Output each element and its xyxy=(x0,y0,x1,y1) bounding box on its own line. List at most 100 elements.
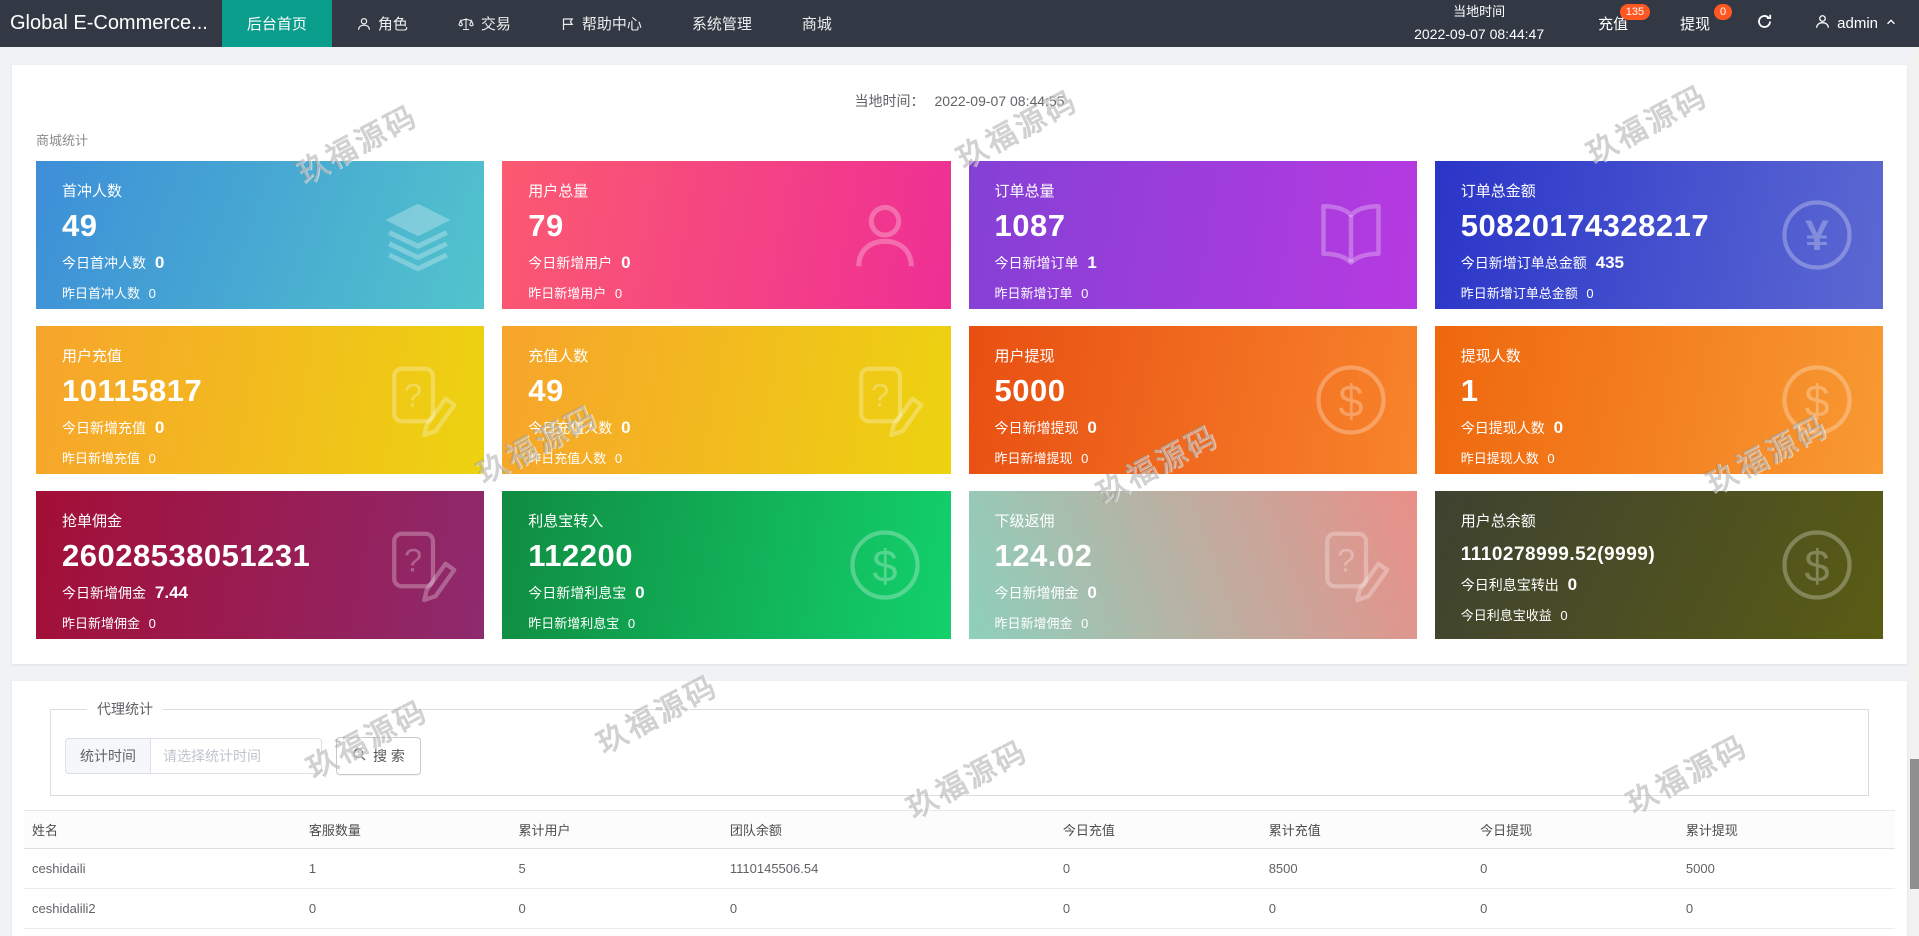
scales-icon xyxy=(458,16,474,32)
stat-card-0: 首冲人数 49 今日首冲人数 0 昨日首冲人数 0 xyxy=(36,161,485,309)
nav-item-2[interactable]: 交易 xyxy=(433,0,536,47)
table-header-cell: 累计用户 xyxy=(510,810,722,849)
chevron-up-icon xyxy=(1885,15,1897,32)
table-header-cell: 姓名 xyxy=(24,810,301,849)
card-yesterday-line: 昨日提现人数 0 xyxy=(1460,451,1555,466)
svg-text:$: $ xyxy=(1804,540,1829,591)
stat-card-7: 提现人数 1 今日提现人数 0 昨日提现人数 0 $ xyxy=(1434,326,1883,474)
section-title: 商城统计 xyxy=(36,133,89,148)
recharge-button[interactable]: 充值 135 xyxy=(1572,0,1654,47)
edit-doc-icon: ? xyxy=(845,360,925,440)
table-cell: 0 xyxy=(510,888,722,929)
stat-cards-grid: 首冲人数 49 今日首冲人数 0 昨日首冲人数 0 用户总量 79 今日新增用户 0 昨日新增… xyxy=(36,161,1883,639)
nav-item-1[interactable]: 角色 xyxy=(332,0,433,47)
stat-card-1: 用户总量 79 今日新增用户 0 昨日新增用户 0 xyxy=(502,161,951,309)
card-yesterday-line: 昨日新增订单 0 xyxy=(994,286,1089,301)
stat-time-input[interactable] xyxy=(150,738,322,774)
nav-item-label: 后台首页 xyxy=(246,16,307,33)
table-cell: 0 xyxy=(1677,888,1895,929)
stat-card-3: 订单总金额 50820174328217 今日新增订单总金额 435 昨日新增订单总金… xyxy=(1434,161,1883,309)
edit-doc-icon: ? xyxy=(1311,525,1391,605)
svg-text:$: $ xyxy=(1804,375,1829,426)
top-navbar: Global E-Commerce... 后台首页 角色 交易 帮助中心 系统管理 商城 … xyxy=(0,0,1919,47)
nav-item-label: 帮助中心 xyxy=(581,16,642,33)
nav-item-0[interactable]: 后台首页 xyxy=(221,0,332,47)
stat-card-8: 抢单佣金 26028538051231 今日新增佣金 7.44 昨日新增佣金 0? xyxy=(36,491,485,639)
search-button-label: 搜 索 xyxy=(373,748,405,764)
card-yesterday-line: 昨日新增充值 0 xyxy=(62,451,156,466)
book-icon xyxy=(1311,195,1391,275)
nav-item-3[interactable]: 帮助中心 xyxy=(536,0,667,47)
nav-item-label: 商城 xyxy=(801,16,832,33)
brand-title: Global E-Commerce... xyxy=(10,12,208,34)
table-cell: 1 xyxy=(300,848,511,889)
card-yesterday-line: 今日利息宝收益 0 xyxy=(1460,608,1568,623)
table-row[interactable]: a000010000000 xyxy=(24,928,1895,936)
nav-item-label: 系统管理 xyxy=(691,16,752,33)
table-header-row: 姓名 客服数量 累计用户 团队余额 今日充值 累计充值 今日提现 累计提现 xyxy=(24,810,1895,849)
dollar-circle-icon: $ xyxy=(1777,360,1857,440)
shop-statistics-panel: 当地时间： 2022-09-07 08:44:55 商城统计 首冲人数 49 今日首冲… xyxy=(12,65,1907,664)
table-cell: 0 xyxy=(1054,928,1261,936)
table-cell: 0 xyxy=(1472,848,1678,889)
dollar-circle-icon: $ xyxy=(1311,360,1391,440)
card-yesterday-line: 昨日新增用户 0 xyxy=(528,286,623,301)
table-cell: 0 xyxy=(1677,928,1895,936)
search-button[interactable]: 搜 索 xyxy=(336,737,421,775)
refresh-button[interactable] xyxy=(1736,13,1793,35)
local-time-label: 当地时间 xyxy=(1453,3,1506,19)
svg-text:?: ? xyxy=(404,377,422,413)
svg-text:?: ? xyxy=(1337,542,1355,578)
agent-table: 姓名 客服数量 累计用户 团队余额 今日充值 累计充值 今日提现 累计提现 ceshidail… xyxy=(24,810,1895,936)
table-cell: 0 xyxy=(1054,888,1261,929)
recharge-badge: 135 xyxy=(1619,4,1651,20)
edit-doc-icon: ? xyxy=(378,525,458,605)
stat-card-5: 充值人数 49 今日充值人数 0 昨日充值人数 0? xyxy=(502,326,951,474)
table-row[interactable]: ceshidaili 1 5 1110145506.54 0 8500 0 5000 xyxy=(24,848,1895,889)
card-yesterday-line: 昨日新增提现 0 xyxy=(994,451,1089,466)
table-cell: 0 xyxy=(1260,888,1473,929)
stat-card-6: 用户提现 5000 今日新增提现 0 昨日新增提现 0 $ xyxy=(968,326,1417,474)
main-menu: 后台首页 角色 交易 帮助中心 系统管理 商城 xyxy=(221,0,857,47)
layers-icon xyxy=(378,195,458,275)
stat-card-2: 订单总量 1087 今日新增订单 1 昨日新增订单 0 xyxy=(968,161,1417,309)
svg-text:?: ? xyxy=(870,377,888,413)
panel-time-value: 2022-09-07 08:44:55 xyxy=(934,93,1065,109)
withdraw-button[interactable]: 提现 0 xyxy=(1654,0,1736,47)
local-time-block: 当地时间 2022-09-07 08:44:47 xyxy=(1386,2,1572,45)
agent-statistics-panel: 代理统计 统计时间 搜 索 姓名客服数量累计用户团队余额今日充值累计充值今日提现… xyxy=(12,681,1907,936)
user-icon xyxy=(357,17,371,31)
card-yesterday-line: 昨日新增佣金 0 xyxy=(62,616,156,631)
dollar-circle-icon: $ xyxy=(1777,525,1857,605)
table-cell: 0 xyxy=(300,888,511,929)
card-yesterday-line: 昨日首冲人数 0 xyxy=(62,286,156,301)
table-cell: 8500 xyxy=(1260,848,1473,889)
flag-icon xyxy=(561,17,575,31)
refresh-icon xyxy=(1756,13,1773,35)
scrollbar-track[interactable] xyxy=(1910,47,1919,936)
table-cell: 0 xyxy=(1472,928,1678,936)
table-header-cell: 今日提现 xyxy=(1472,810,1678,849)
table-row[interactable]: ceshidalili2 0 0 0 0 0 0 0 xyxy=(24,888,1895,929)
user-icon xyxy=(1815,14,1830,33)
nav-item-5[interactable]: 商城 xyxy=(777,0,857,47)
svg-text:$: $ xyxy=(872,540,897,591)
card-yesterday-line: 昨日新增佣金 0 xyxy=(994,616,1089,631)
panel-time-label: 当地时间： xyxy=(854,93,925,109)
card-yesterday-line: 昨日新增订单总金额 0 xyxy=(1460,286,1594,301)
table-cell: a00001 xyxy=(24,928,301,936)
table-body: ceshidaili 1 5 1110145506.54 0 8500 0 5000 ceshi… xyxy=(24,848,1895,936)
table-header-cell: 团队余额 xyxy=(721,810,1055,849)
table-cell: ceshidaili xyxy=(24,848,301,889)
table-cell: 5000 xyxy=(1677,848,1895,889)
agent-fieldset: 代理统计 统计时间 搜 索 xyxy=(50,699,1869,796)
nav-item-4[interactable]: 系统管理 xyxy=(667,0,777,47)
user-menu[interactable]: admin xyxy=(1793,14,1919,33)
table-header-cell: 累计提现 xyxy=(1677,810,1895,849)
scrollbar-thumb[interactable] xyxy=(1910,759,1919,889)
table-cell: 0 xyxy=(1054,848,1261,889)
card-yesterday-line: 昨日新增利息宝 0 xyxy=(528,616,636,631)
table-header-cell: 累计充值 xyxy=(1260,810,1473,849)
table-cell: 1110145506.54 xyxy=(721,848,1055,889)
table-cell: 0 xyxy=(721,888,1055,929)
